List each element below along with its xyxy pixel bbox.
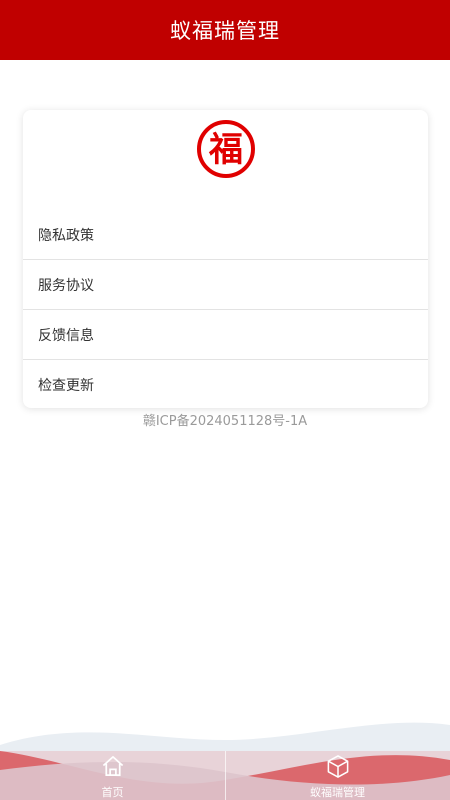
logo-container: 福 <box>23 110 428 210</box>
page-title: 蚁福瑞管理 <box>170 19 280 43</box>
cube-icon <box>327 755 348 778</box>
tab-home[interactable]: 首页 <box>0 751 225 800</box>
icp-license-text: 赣ICP备2024051128号-1A <box>142 414 308 429</box>
menu-item-privacy-policy[interactable]: 隐私政策 <box>23 210 428 260</box>
tab-label: 首页 <box>101 786 124 799</box>
menu-item-service-agreement[interactable]: 服务协议 <box>23 260 428 310</box>
menu-item-check-update[interactable]: 检查更新 <box>23 360 428 408</box>
menu-item-label: 隐私政策 <box>38 227 94 244</box>
top-app-bar: 蚁福瑞管理 <box>0 0 450 60</box>
logo-text: 福 <box>208 130 243 170</box>
fu-seal-logo-icon: 福 <box>196 120 255 178</box>
settings-card: 福 隐私政策 服务协议 反馈信息 检查更新 <box>23 110 428 408</box>
home-icon <box>102 756 123 777</box>
menu-item-feedback[interactable]: 反馈信息 <box>23 310 428 360</box>
tab-label: 蚁福瑞管理 <box>310 786 365 799</box>
tab-divider <box>225 751 226 800</box>
menu-item-label: 检查更新 <box>38 378 94 394</box>
menu-item-label: 反馈信息 <box>38 327 94 344</box>
menu-item-label: 服务协议 <box>38 277 94 294</box>
tab-management[interactable]: 蚁福瑞管理 <box>225 751 450 800</box>
